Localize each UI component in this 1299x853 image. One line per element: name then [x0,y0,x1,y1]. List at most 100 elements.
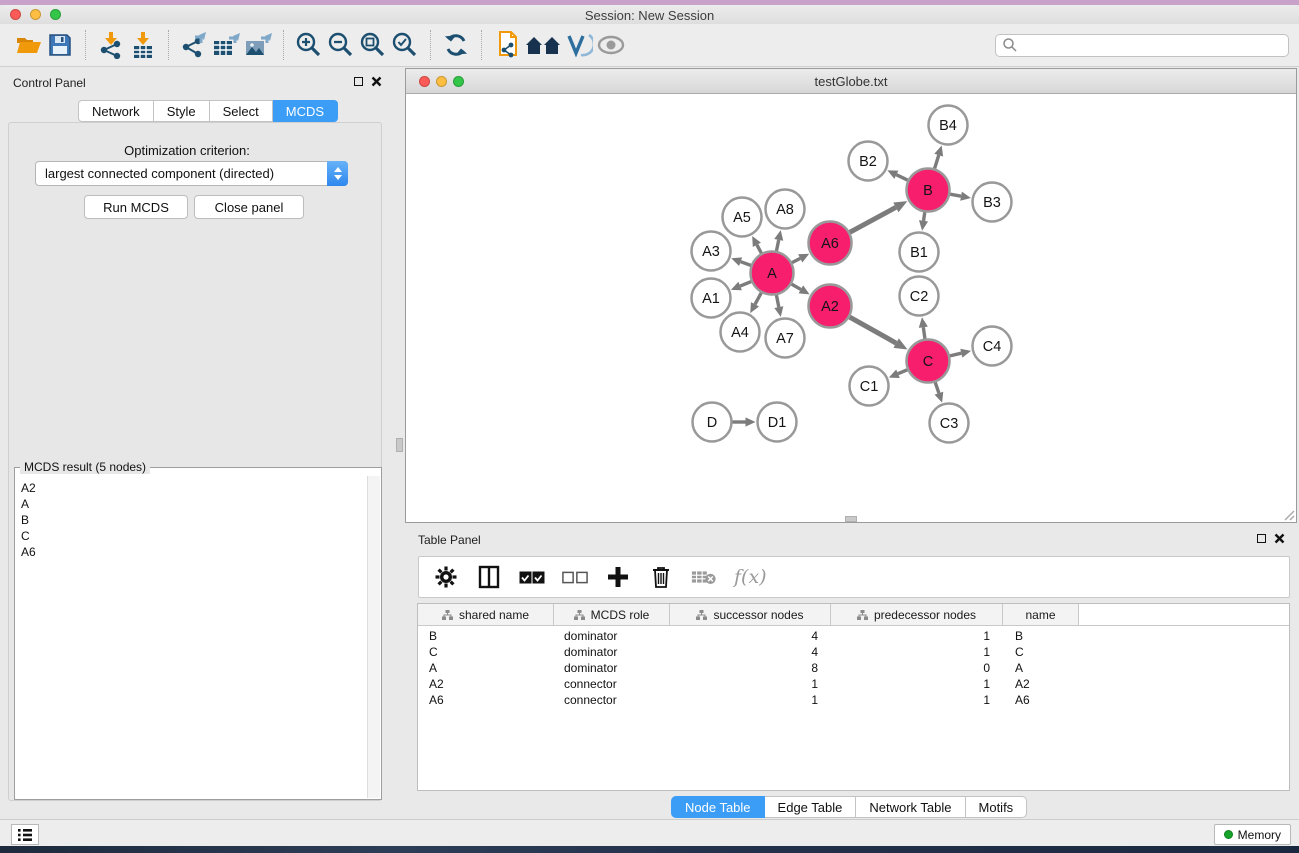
node-B1[interactable]: B1 [900,233,939,272]
optimization-criterion-select[interactable]: largest connected component (directed) [35,161,348,186]
node-C[interactable]: C [907,340,950,383]
node-A6[interactable]: A6 [809,222,852,265]
node-A2[interactable]: A2 [809,285,852,328]
splitter-grip[interactable] [396,438,403,452]
node-A5[interactable]: A5 [723,198,762,237]
node-B3[interactable]: B3 [973,183,1012,222]
node-C3[interactable]: C3 [930,404,969,443]
mcds-result-item[interactable]: C [21,528,367,544]
table-cell[interactable]: 4 [670,645,831,659]
close-panel-icon[interactable] [371,76,382,87]
tab-network[interactable]: Network [78,100,154,122]
edge-B-B2[interactable] [887,170,907,180]
eye-icon[interactable] [595,29,627,61]
column-header-name[interactable]: name [1003,604,1079,625]
tab-mcds[interactable]: MCDS [273,100,338,122]
table-cell[interactable]: 4 [670,629,831,643]
network-overview-icon[interactable] [523,29,563,61]
zoom-selected-icon[interactable] [389,29,421,61]
tab-style[interactable]: Style [154,100,210,122]
table-cell[interactable]: connector [554,693,670,707]
splitter-grip[interactable] [845,516,857,522]
table-cell[interactable]: A6 [1003,693,1079,707]
edge-C-C2[interactable] [919,317,928,338]
table-row[interactable]: Bdominator41B [418,628,1289,644]
float-panel-icon[interactable] [354,77,363,86]
table-cell[interactable]: A2 [418,677,554,691]
tab-network-table[interactable]: Network Table [856,796,965,818]
network-canvas[interactable]: B4B2BB3A8A5A6A3B1AC2A1A2A4A7C4CC1DD1C3 [406,94,1296,522]
node-D1[interactable]: D1 [758,403,797,442]
select-all-checked-icon[interactable] [519,564,545,590]
edge-B-B4[interactable] [934,146,943,169]
edge-A-A6[interactable] [792,254,809,263]
node-B2[interactable]: B2 [849,142,888,181]
column-header-predecessor-nodes[interactable]: predecessor nodes [831,604,1003,625]
tab-node-table[interactable]: Node Table [671,796,765,818]
node-B[interactable]: B [907,169,950,212]
mcds-result-item[interactable]: A2 [21,480,367,496]
node-D[interactable]: D [693,403,732,442]
table-cell[interactable]: 1 [831,677,1003,691]
node-A4[interactable]: A4 [721,313,760,352]
table-cell[interactable]: connector [554,677,670,691]
node-A1[interactable]: A1 [692,279,731,318]
edge-A-A1[interactable] [731,282,751,291]
column-settings-gear-icon[interactable] [433,564,459,590]
memory-button[interactable]: Memory [1214,824,1291,845]
mcds-result-item[interactable]: A [21,496,367,512]
edge-A-A5[interactable] [752,236,761,253]
search-input[interactable] [1018,38,1288,52]
node-C1[interactable]: C1 [850,367,889,406]
edge-B-B1[interactable] [919,212,928,230]
graphics-details-icon[interactable] [563,29,595,61]
table-cell[interactable]: A2 [1003,677,1079,691]
table-cell[interactable]: A [418,661,554,675]
task-history-button[interactable] [11,824,39,845]
node-C2[interactable]: C2 [900,277,939,316]
table-cell[interactable]: 8 [670,661,831,675]
table-cell[interactable]: 1 [831,629,1003,643]
table-cell[interactable]: C [418,645,554,659]
edge-A-A2[interactable] [792,284,810,294]
document-network-icon[interactable] [491,29,523,61]
edge-C-C3[interactable] [935,382,944,402]
table-cell[interactable]: 1 [831,645,1003,659]
result-scrollbar[interactable] [367,476,380,798]
edge-A-A4[interactable] [750,293,761,313]
table-row[interactable]: A6connector11A6 [418,692,1289,708]
table-cell[interactable]: B [1003,629,1079,643]
export-network-icon[interactable] [178,29,210,61]
table-cell[interactable]: dominator [554,645,670,659]
close-panel-icon[interactable] [1274,533,1285,544]
edge-D-D1[interactable] [733,417,756,426]
network-window-titlebar[interactable]: testGlobe.txt [406,69,1296,94]
edge-A6-B[interactable] [850,201,908,232]
table-cell[interactable]: 0 [831,661,1003,675]
show-columns-icon[interactable] [476,564,502,590]
table-cell[interactable]: 1 [831,693,1003,707]
refresh-layout-icon[interactable] [440,29,472,61]
run-mcds-button[interactable]: Run MCDS [84,195,188,219]
table-cell[interactable]: dominator [554,629,670,643]
mcds-result-item[interactable]: A6 [21,544,367,560]
edge-A-A7[interactable] [774,295,783,317]
import-table-icon[interactable] [127,29,159,61]
save-session-icon[interactable] [44,29,76,61]
unselect-all-icon[interactable] [562,564,588,590]
node-B4[interactable]: B4 [929,106,968,145]
node-A7[interactable]: A7 [766,319,805,358]
add-column-icon[interactable] [605,564,631,590]
table-row[interactable]: Adominator80A [418,660,1289,676]
edge-C-C4[interactable] [950,349,971,358]
column-header-successor-nodes[interactable]: successor nodes [670,604,831,625]
resize-grip-icon[interactable] [1281,507,1295,521]
search-field[interactable] [995,34,1289,57]
table-cell[interactable]: C [1003,645,1079,659]
table-cell[interactable]: dominator [554,661,670,675]
table-cell[interactable]: 1 [670,693,831,707]
node-A3[interactable]: A3 [692,232,731,271]
zoom-in-icon[interactable] [293,29,325,61]
export-table-icon[interactable] [210,29,242,61]
node-A[interactable]: A [751,252,794,295]
